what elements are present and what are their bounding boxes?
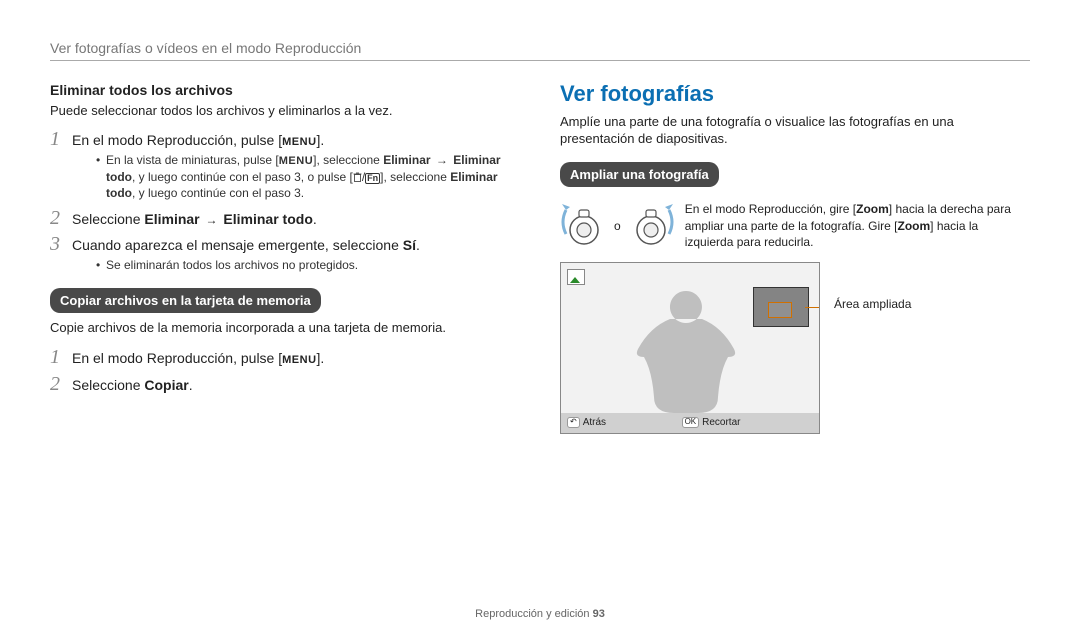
enlarge-pill: Ampliar una fotografía xyxy=(560,162,719,188)
leader-line xyxy=(805,307,819,308)
menu-glyph: MENU xyxy=(282,135,316,150)
dial-left-icon xyxy=(560,202,604,250)
delete-step-3: 3 Cuando aparezca el mensaje emergente, … xyxy=(50,234,520,273)
right-column: Ver fotografías Amplíe una parte de una … xyxy=(560,79,1030,602)
step-number: 2 xyxy=(50,374,72,394)
or-text: o xyxy=(614,218,621,234)
section-title: Ver fotografías xyxy=(560,79,1030,109)
t: Copiar xyxy=(144,377,188,393)
left-column: Eliminar todos los archivos Puede selecc… xyxy=(50,79,520,602)
t: , y luego continúe con el paso 3, o puls… xyxy=(132,170,353,184)
t: ]. xyxy=(317,350,325,366)
t: Seleccione xyxy=(72,377,144,393)
trash-icon xyxy=(353,172,362,182)
copy-step-1: 1 En el modo Reproducción, pulse [MENU]. xyxy=(50,347,520,368)
step-number: 3 xyxy=(50,234,72,254)
copy-intro: Copie archivos de la memoria incorporada… xyxy=(50,319,520,337)
arrow-icon: → xyxy=(204,212,220,228)
t: En el modo Reproducción, gire [ xyxy=(685,202,856,216)
back-label: Atrás xyxy=(583,416,606,430)
section-intro: Amplíe una parte de una fotografía o vis… xyxy=(560,113,1030,148)
delete-step-1: 1 En el modo Reproducción, pulse [MENU].… xyxy=(50,129,520,201)
child-silhouette xyxy=(621,283,751,413)
t: Reproducción y edición xyxy=(475,608,592,620)
t: Zoom xyxy=(856,202,889,216)
zoom-text: En el modo Reproducción, gire [Zoom] hac… xyxy=(685,201,1030,250)
t: Sí xyxy=(403,237,416,253)
t: . xyxy=(189,377,193,393)
step-number: 2 xyxy=(50,208,72,228)
menu-glyph: MENU xyxy=(279,154,313,169)
t: . xyxy=(416,237,420,253)
t: Eliminar xyxy=(144,211,199,227)
copy-pill: Copiar archivos en la tarjeta de memoria xyxy=(50,288,321,314)
step-text: En el modo Reproducción, pulse [ xyxy=(72,132,282,148)
t: En el modo Reproducción, pulse [ xyxy=(72,350,282,366)
t: Zoom xyxy=(897,219,930,233)
delete-all-title: Eliminar todos los archivos xyxy=(50,81,520,100)
t: Eliminar xyxy=(383,153,430,167)
delete-all-intro: Puede seleccionar todos los archivos y e… xyxy=(50,102,520,120)
minimap xyxy=(753,287,809,327)
t: Eliminar todo xyxy=(223,211,312,227)
page-footer: Reproducción y edición 93 xyxy=(50,602,1030,620)
screen-footer: ↶ Atrás OK Recortar xyxy=(561,413,819,433)
area-label: Área ampliada xyxy=(834,296,911,312)
page-number: 93 xyxy=(593,608,605,620)
bullet: Se eliminarán todos los archivos no prot… xyxy=(96,257,520,273)
zoom-row: o En el modo Reproducción, gire [Zoom] h… xyxy=(560,201,1030,250)
ok-btn-icon: OK xyxy=(682,417,700,428)
delete-step-2: 2 Seleccione Eliminar → Eliminar todo. xyxy=(50,208,520,229)
fn-glyph: Fn xyxy=(365,173,380,184)
crop-label: Recortar xyxy=(702,416,740,430)
t: , y luego continúe con el paso 3. xyxy=(132,186,304,200)
bullet: En la vista de miniaturas, pulse [MENU],… xyxy=(96,152,520,201)
dial-right-icon xyxy=(631,202,675,250)
step-number: 1 xyxy=(50,129,72,149)
t: ], seleccione xyxy=(380,170,450,184)
page-header: Ver fotografías o vídeos en el modo Repr… xyxy=(50,40,1030,61)
t: En la vista de miniaturas, pulse [ xyxy=(106,153,279,167)
t: ], seleccione xyxy=(313,153,383,167)
camera-screen: ↶ Atrás OK Recortar xyxy=(560,262,820,434)
step-text: ]. xyxy=(317,132,325,148)
copy-step-2: 2 Seleccione Copiar. xyxy=(50,374,520,395)
t: Seleccione xyxy=(72,211,144,227)
minimap-box xyxy=(768,302,792,318)
menu-glyph: MENU xyxy=(282,353,316,368)
step-number: 1 xyxy=(50,347,72,367)
thumbnail-icon xyxy=(567,269,585,285)
arrow-icon: → xyxy=(434,152,450,168)
t: . xyxy=(313,211,317,227)
back-btn-icon: ↶ xyxy=(567,417,580,428)
t: Cuando aparezca el mensaje emergente, se… xyxy=(72,237,403,253)
